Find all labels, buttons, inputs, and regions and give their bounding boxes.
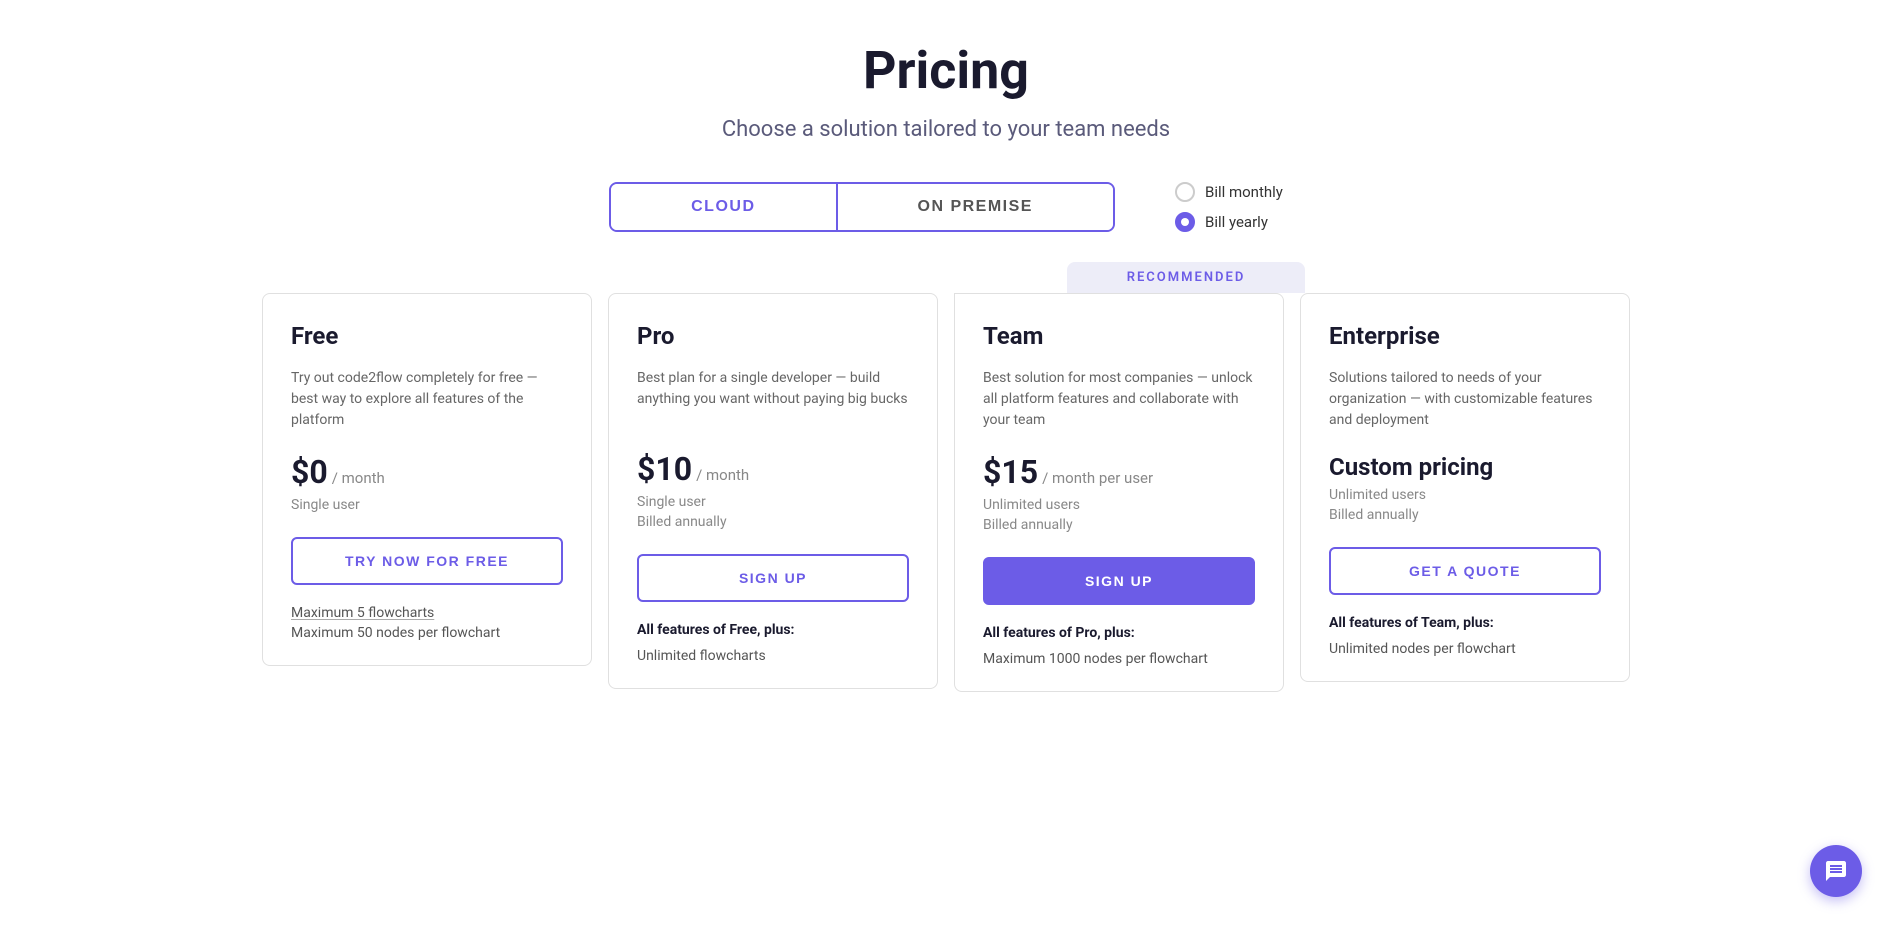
plan-features-title-team: All features of Pro, plus:: [983, 625, 1255, 641]
chat-bubble-button[interactable]: [1810, 845, 1862, 897]
plan-price-row-team: $15 / month per user: [983, 453, 1255, 491]
plan-feature-team-0: Maximum 1000 nodes per flowchart: [983, 651, 1255, 667]
billing-monthly-label: Bill monthly: [1205, 183, 1283, 201]
page-title: Pricing: [20, 40, 1872, 101]
plan-price-period-free: / month: [332, 469, 385, 487]
plan-user-info-enterprise: Unlimited users: [1329, 487, 1601, 503]
plan-cta-enterprise[interactable]: GET A QUOTE: [1329, 547, 1601, 595]
plan-name-pro: Pro: [637, 322, 909, 350]
plans-container: Free Try out code2flow completely for fr…: [20, 293, 1872, 692]
plan-name-free: Free: [291, 322, 563, 350]
billing-options: Bill monthly Bill yearly: [1175, 182, 1283, 232]
plan-card-pro: Pro Best plan for a single developer — b…: [608, 293, 938, 689]
billing-yearly-option[interactable]: Bill yearly: [1175, 212, 1283, 232]
plan-price-main-pro: $10: [637, 450, 692, 488]
plan-billing-info-enterprise: Billed annually: [1329, 507, 1601, 523]
plan-card-team: Team Best solution for most companies — …: [954, 293, 1284, 692]
plan-user-info-free: Single user: [291, 497, 563, 513]
plan-cta-free[interactable]: TRY NOW FOR FREE: [291, 537, 563, 585]
tab-on-premise-button[interactable]: ON PREMISE: [838, 184, 1113, 230]
billing-yearly-label: Bill yearly: [1205, 213, 1268, 231]
plan-cta-pro[interactable]: SIGN UP: [637, 554, 909, 602]
plan-billing-info-pro: Billed annually: [637, 514, 909, 530]
plan-feature-pro-0: Unlimited flowcharts: [637, 648, 909, 664]
plan-user-info-team: Unlimited users: [983, 497, 1255, 513]
plan-card-enterprise: Enterprise Solutions tailored to needs o…: [1300, 293, 1630, 682]
plan-description-enterprise: Solutions tailored to needs of your orga…: [1329, 368, 1601, 431]
plan-price-main-free: $0: [291, 453, 328, 491]
plan-price-main-team: $15: [983, 453, 1038, 491]
plan-price-row-pro: $10 / month: [637, 450, 909, 488]
page-subtitle: Choose a solution tailored to your team …: [20, 117, 1872, 142]
plan-description-free: Try out code2flow completely for free — …: [291, 368, 563, 431]
plan-price-period-team: / month per user: [1042, 469, 1153, 487]
plan-user-info-pro: Single user: [637, 494, 909, 510]
tab-toggle: CLOUD ON PREMISE: [609, 182, 1115, 232]
recommended-banner: RECOMMENDED: [1067, 262, 1306, 293]
plan-description-team: Best solution for most companies — unloc…: [983, 368, 1255, 431]
recommended-banner-wrapper: RECOMMENDED: [20, 262, 1872, 293]
plan-feature-free-1: Maximum 50 nodes per flowchart: [291, 625, 563, 641]
plan-features-title-enterprise: All features of Team, plus:: [1329, 615, 1601, 631]
tab-cloud-button[interactable]: CLOUD: [611, 184, 835, 230]
toggle-billing-section: CLOUD ON PREMISE Bill monthly Bill yearl…: [20, 182, 1872, 232]
billing-monthly-radio[interactable]: [1175, 182, 1195, 202]
plan-card-free: Free Try out code2flow completely for fr…: [262, 293, 592, 666]
plan-price-period-pro: / month: [696, 466, 749, 484]
billing-yearly-radio[interactable]: [1175, 212, 1195, 232]
plan-feature-enterprise-0: Unlimited nodes per flowchart: [1329, 641, 1601, 657]
plan-price-custom-enterprise: Custom pricing: [1329, 453, 1601, 481]
plan-feature-free-0: Maximum 5 flowcharts: [291, 605, 563, 621]
plan-cta-team[interactable]: SIGN UP: [983, 557, 1255, 605]
plan-price-row-free: $0 / month: [291, 453, 563, 491]
plan-name-team: Team: [983, 322, 1255, 350]
plan-features-title-pro: All features of Free, plus:: [637, 622, 909, 638]
chat-icon: [1824, 859, 1848, 883]
billing-monthly-option[interactable]: Bill monthly: [1175, 182, 1283, 202]
plan-description-pro: Best plan for a single developer — build…: [637, 368, 909, 428]
plan-name-enterprise: Enterprise: [1329, 322, 1601, 350]
plan-billing-info-team: Billed annually: [983, 517, 1255, 533]
